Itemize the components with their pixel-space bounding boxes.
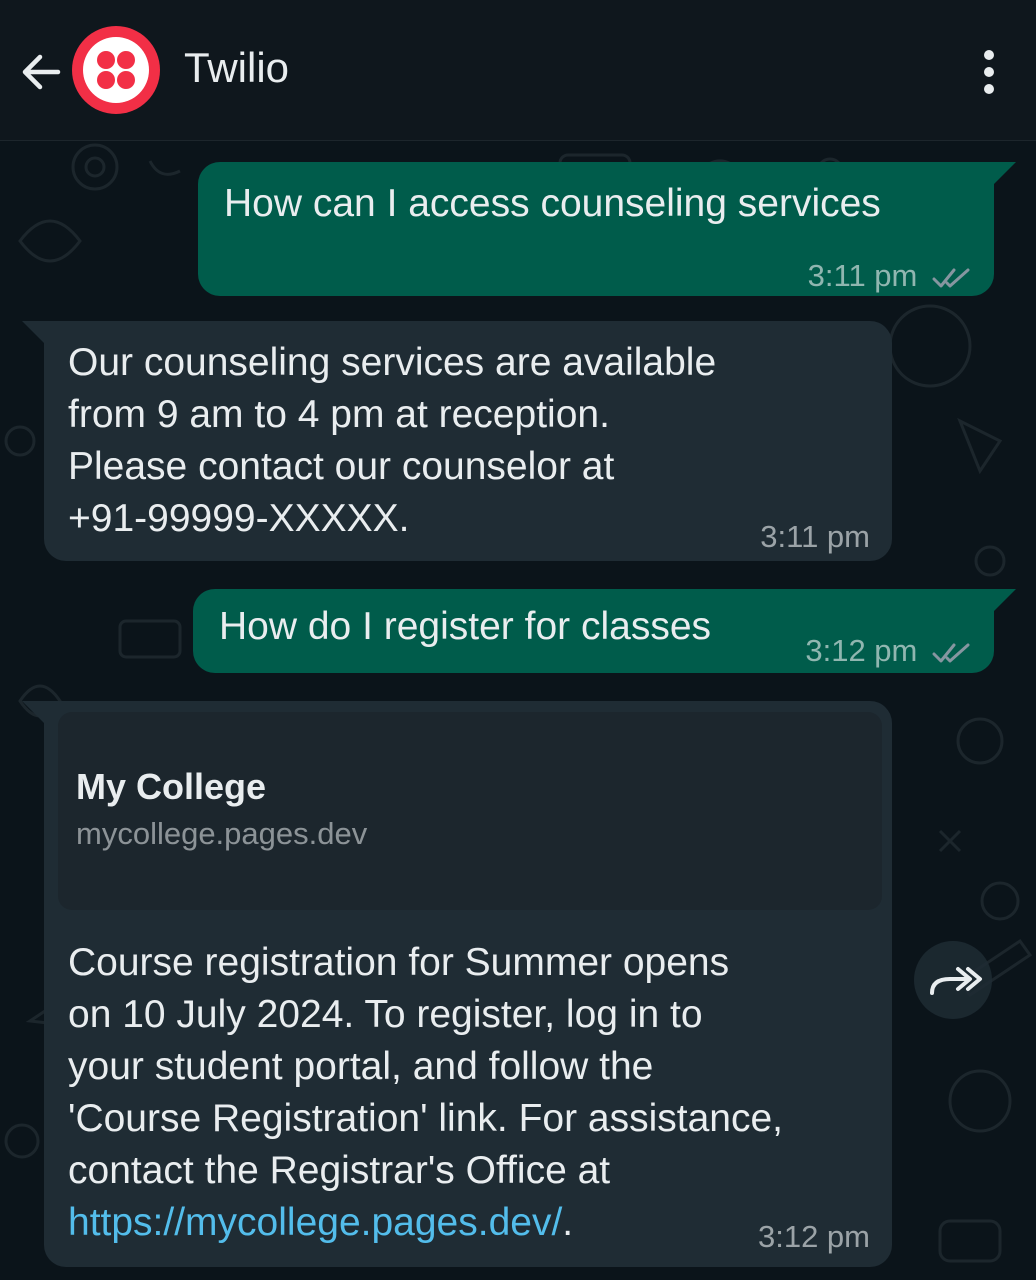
message-time: 3:11 pm: [807, 258, 918, 293]
message-line: +91-99999-XXXXX.: [68, 497, 410, 540]
message-link-line: https://mycollege.pages.dev/.: [68, 1197, 573, 1249]
chat-header: Twilio: [0, 0, 1036, 141]
link-preview-card[interactable]: My College mycollege.pages.dev: [58, 712, 882, 910]
link-preview-domain: mycollege.pages.dev: [76, 816, 368, 851]
twilio-logo-icon: [83, 37, 149, 103]
message-line: your student portal, and follow the: [68, 1045, 654, 1088]
forward-icon: [930, 967, 982, 995]
message-line: on 10 July 2024. To register, log in to: [68, 993, 703, 1036]
bubble-tail: [994, 589, 1016, 611]
more-options-icon[interactable]: [980, 50, 998, 94]
contact-avatar[interactable]: [72, 26, 160, 114]
back-arrow-icon[interactable]: [18, 48, 66, 96]
forward-button[interactable]: [914, 941, 992, 1019]
double-check-read-icon: [932, 268, 970, 288]
bubble-tail: [22, 701, 44, 723]
chat-area[interactable]: How can I access counseling services 3:1…: [0, 141, 1036, 1280]
message-meta: 3:11 pm: [808, 250, 972, 302]
message-time: 3:12 pm: [805, 633, 918, 668]
outgoing-message-bubble[interactable]: How can I access counseling services 3:1…: [198, 162, 994, 296]
message-text: How do I register for classes: [219, 605, 712, 648]
message-line: contact the Registrar's Office at: [68, 1149, 611, 1192]
message-line: 'Course Registration' link. For assistan…: [68, 1097, 784, 1140]
incoming-message-bubble[interactable]: Our counseling services are available fr…: [44, 321, 892, 561]
bubble-tail: [994, 162, 1016, 184]
message-meta: 3:12 pm: [805, 625, 972, 677]
double-check-read-icon: [932, 643, 970, 663]
message-time: 3:11 pm: [760, 519, 870, 554]
message-time: 3:12 pm: [757, 1219, 870, 1254]
bubble-tail: [22, 321, 44, 343]
outgoing-message-bubble[interactable]: How do I register for classes 3:12 pm: [193, 589, 994, 673]
contact-name[interactable]: Twilio: [184, 44, 289, 92]
message-line: Course registration for Summer opens: [68, 941, 730, 984]
link-suffix: .: [562, 1201, 574, 1244]
message-link[interactable]: https://mycollege.pages.dev/: [68, 1201, 562, 1244]
link-preview-title: My College: [76, 766, 267, 807]
message-line: Our counseling services are available: [68, 341, 717, 384]
message-line: from 9 am to 4 pm at reception.: [68, 393, 610, 436]
message-line: Please contact our counselor at: [68, 445, 615, 488]
message-text: How can I access counseling services: [224, 182, 881, 225]
